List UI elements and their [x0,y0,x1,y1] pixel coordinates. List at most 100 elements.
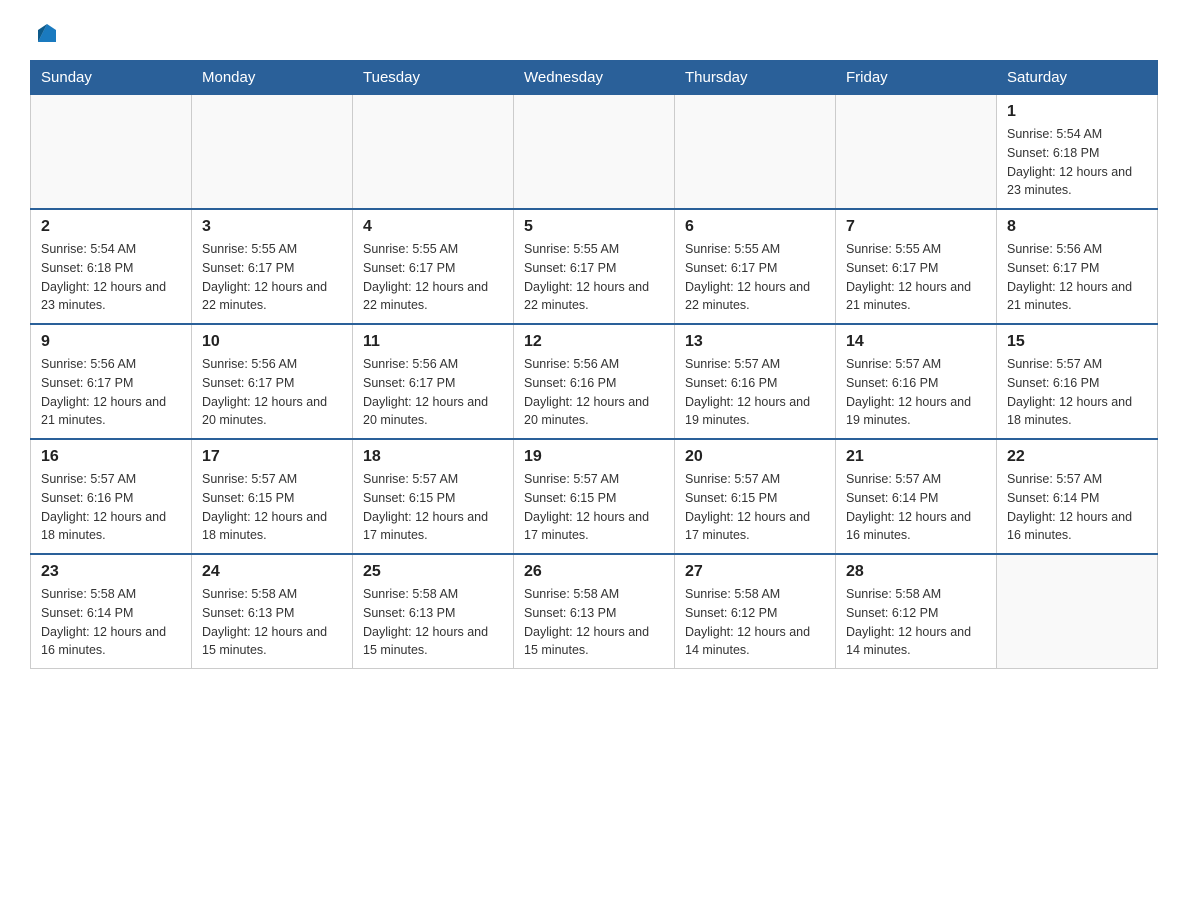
calendar-cell [836,95,997,210]
day-number: 21 [846,448,986,466]
calendar-cell: 1 Sunrise: 5:54 AM Sunset: 6:18 PM Daylig… [997,95,1158,210]
calendar-cell: 24 Sunrise: 5:58 AM Sunset: 6:13 PM Dayli… [192,554,353,669]
day-info: Sunrise: 5:57 AM Sunset: 6:14 PM Dayligh… [846,470,986,545]
calendar-cell: 6 Sunrise: 5:55 AM Sunset: 6:17 PM Daylig… [675,209,836,324]
day-number: 20 [685,448,825,466]
day-header-monday: Monday [192,61,353,95]
day-info: Sunrise: 5:56 AM Sunset: 6:16 PM Dayligh… [524,355,664,430]
day-header-wednesday: Wednesday [514,61,675,95]
calendar-cell [675,95,836,210]
calendar-cell: 5 Sunrise: 5:55 AM Sunset: 6:17 PM Daylig… [514,209,675,324]
day-number: 11 [363,333,503,351]
calendar-cell: 27 Sunrise: 5:58 AM Sunset: 6:12 PM Dayli… [675,554,836,669]
day-number: 2 [41,218,181,236]
day-number: 15 [1007,333,1147,351]
calendar-week-row: 1 Sunrise: 5:54 AM Sunset: 6:18 PM Daylig… [31,95,1158,210]
day-number: 22 [1007,448,1147,466]
day-info: Sunrise: 5:56 AM Sunset: 6:17 PM Dayligh… [1007,240,1147,315]
day-info: Sunrise: 5:57 AM Sunset: 6:14 PM Dayligh… [1007,470,1147,545]
day-number: 27 [685,563,825,581]
day-number: 3 [202,218,342,236]
day-info: Sunrise: 5:57 AM Sunset: 6:16 PM Dayligh… [685,355,825,430]
calendar-cell: 26 Sunrise: 5:58 AM Sunset: 6:13 PM Dayli… [514,554,675,669]
day-info: Sunrise: 5:55 AM Sunset: 6:17 PM Dayligh… [202,240,342,315]
calendar-header-row: SundayMondayTuesdayWednesdayThursdayFrid… [31,61,1158,95]
calendar-week-row: 23 Sunrise: 5:58 AM Sunset: 6:14 PM Dayli… [31,554,1158,669]
day-info: Sunrise: 5:55 AM Sunset: 6:17 PM Dayligh… [846,240,986,315]
day-number: 28 [846,563,986,581]
calendar-week-row: 2Sunrise: 5:54 AM Sunset: 6:18 PM Daylig… [31,209,1158,324]
calendar-cell: 2Sunrise: 5:54 AM Sunset: 6:18 PM Daylig… [31,209,192,324]
day-number: 10 [202,333,342,351]
day-number: 7 [846,218,986,236]
calendar-cell: 11 Sunrise: 5:56 AM Sunset: 6:17 PM Dayli… [353,324,514,439]
day-number: 16 [41,448,181,466]
day-header-tuesday: Tuesday [353,61,514,95]
calendar-cell [192,95,353,210]
day-info: Sunrise: 5:57 AM Sunset: 6:16 PM Dayligh… [846,355,986,430]
calendar-cell: 3 Sunrise: 5:55 AM Sunset: 6:17 PM Daylig… [192,209,353,324]
day-number: 26 [524,563,664,581]
calendar-cell: 9Sunrise: 5:56 AM Sunset: 6:17 PM Daylig… [31,324,192,439]
calendar-cell: 17 Sunrise: 5:57 AM Sunset: 6:15 PM Dayli… [192,439,353,554]
calendar-cell: 8 Sunrise: 5:56 AM Sunset: 6:17 PM Daylig… [997,209,1158,324]
calendar-cell: 7 Sunrise: 5:55 AM Sunset: 6:17 PM Daylig… [836,209,997,324]
calendar-cell [514,95,675,210]
day-info: Sunrise: 5:56 AM Sunset: 6:17 PM Dayligh… [363,355,503,430]
day-info: Sunrise: 5:57 AM Sunset: 6:15 PM Dayligh… [202,470,342,545]
calendar-cell [31,95,192,210]
day-info: Sunrise: 5:55 AM Sunset: 6:17 PM Dayligh… [685,240,825,315]
calendar-cell [353,95,514,210]
calendar-week-row: 9Sunrise: 5:56 AM Sunset: 6:17 PM Daylig… [31,324,1158,439]
day-info: Sunrise: 5:58 AM Sunset: 6:13 PM Dayligh… [524,585,664,660]
day-number: 6 [685,218,825,236]
day-header-sunday: Sunday [31,61,192,95]
calendar-cell: 14 Sunrise: 5:57 AM Sunset: 6:16 PM Dayli… [836,324,997,439]
day-number: 12 [524,333,664,351]
calendar-week-row: 16Sunrise: 5:57 AM Sunset: 6:16 PM Dayli… [31,439,1158,554]
day-info: Sunrise: 5:57 AM Sunset: 6:15 PM Dayligh… [524,470,664,545]
day-header-saturday: Saturday [997,61,1158,95]
day-number: 14 [846,333,986,351]
calendar-cell: 21 Sunrise: 5:57 AM Sunset: 6:14 PM Dayli… [836,439,997,554]
calendar-table: SundayMondayTuesdayWednesdayThursdayFrid… [30,60,1158,669]
day-info: Sunrise: 5:56 AM Sunset: 6:17 PM Dayligh… [202,355,342,430]
day-info: Sunrise: 5:58 AM Sunset: 6:12 PM Dayligh… [685,585,825,660]
day-info: Sunrise: 5:55 AM Sunset: 6:17 PM Dayligh… [524,240,664,315]
calendar-cell: 4 Sunrise: 5:55 AM Sunset: 6:17 PM Daylig… [353,209,514,324]
calendar-cell: 16Sunrise: 5:57 AM Sunset: 6:16 PM Dayli… [31,439,192,554]
calendar-cell: 15 Sunrise: 5:57 AM Sunset: 6:16 PM Dayli… [997,324,1158,439]
calendar-cell: 19 Sunrise: 5:57 AM Sunset: 6:15 PM Dayli… [514,439,675,554]
day-info: Sunrise: 5:57 AM Sunset: 6:16 PM Dayligh… [1007,355,1147,430]
day-number: 17 [202,448,342,466]
day-info: Sunrise: 5:55 AM Sunset: 6:17 PM Dayligh… [363,240,503,315]
logo-icon [32,20,62,50]
day-number: 5 [524,218,664,236]
calendar-cell: 25Sunrise: 5:58 AM Sunset: 6:13 PM Dayli… [353,554,514,669]
day-number: 13 [685,333,825,351]
calendar-cell: 28 Sunrise: 5:58 AM Sunset: 6:12 PM Dayli… [836,554,997,669]
day-info: Sunrise: 5:57 AM Sunset: 6:15 PM Dayligh… [685,470,825,545]
day-info: Sunrise: 5:54 AM Sunset: 6:18 PM Dayligh… [1007,125,1147,200]
day-number: 1 [1007,103,1147,121]
day-info: Sunrise: 5:56 AM Sunset: 6:17 PM Dayligh… [41,355,181,430]
day-number: 24 [202,563,342,581]
day-number: 8 [1007,218,1147,236]
calendar-cell: 10 Sunrise: 5:56 AM Sunset: 6:17 PM Dayli… [192,324,353,439]
day-number: 25 [363,563,503,581]
day-number: 19 [524,448,664,466]
calendar-cell [997,554,1158,669]
calendar-cell: 18Sunrise: 5:57 AM Sunset: 6:15 PM Dayli… [353,439,514,554]
day-header-friday: Friday [836,61,997,95]
logo [30,20,64,50]
day-number: 23 [41,563,181,581]
day-number: 18 [363,448,503,466]
calendar-cell: 13 Sunrise: 5:57 AM Sunset: 6:16 PM Dayli… [675,324,836,439]
day-info: Sunrise: 5:58 AM Sunset: 6:14 PM Dayligh… [41,585,181,660]
day-number: 4 [363,218,503,236]
day-info: Sunrise: 5:58 AM Sunset: 6:12 PM Dayligh… [846,585,986,660]
calendar-cell: 22 Sunrise: 5:57 AM Sunset: 6:14 PM Dayli… [997,439,1158,554]
page-header [30,20,1158,50]
day-info: Sunrise: 5:58 AM Sunset: 6:13 PM Dayligh… [202,585,342,660]
day-header-thursday: Thursday [675,61,836,95]
